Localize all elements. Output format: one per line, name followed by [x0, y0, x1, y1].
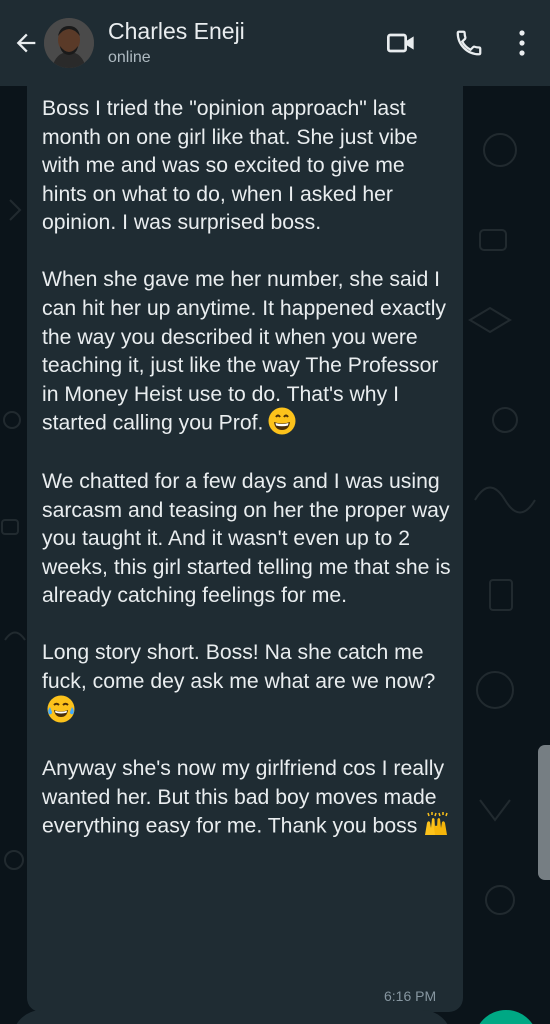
message-timestamp: 6:16 PM [384, 988, 437, 1004]
back-arrow-icon [16, 33, 36, 53]
contact-avatar[interactable] [44, 18, 94, 68]
back-button[interactable] [8, 23, 44, 63]
message-paragraph: Anyway she's now my girlfriend cos I rea… [42, 755, 452, 842]
contact-info[interactable]: Charles Eneji online [108, 17, 358, 69]
contact-status: online [108, 49, 151, 66]
paragraph-text: Long story short. Boss! Na she catch me … [42, 641, 436, 693]
tears-of-joy-emoji [47, 695, 75, 723]
message-input-bar[interactable] [12, 1010, 452, 1024]
paragraph-text: Boss I tried the "opinion approach" last… [42, 97, 418, 235]
avatar-image [44, 18, 94, 68]
scroll-handle[interactable] [538, 745, 550, 880]
message-paragraph: Boss I tried the "opinion approach" last… [42, 95, 452, 238]
contact-name: Charles Eneji [108, 18, 245, 44]
message-paragraph: Long story short. Boss! Na she catch me … [42, 639, 452, 726]
more-options-button[interactable] [502, 18, 542, 68]
message-paragraph: We chatted for a few days and I was usin… [42, 468, 452, 611]
raising-hands-emoji [425, 812, 449, 836]
paragraph-text: When she gave me her number, she said I … [42, 268, 446, 436]
voice-call-button[interactable] [444, 18, 494, 68]
more-options-icon [519, 30, 525, 56]
message-paragraph: When she gave me her number, she said I … [42, 266, 452, 439]
message-text: Boss I tried the "opinion approach" last… [42, 95, 452, 842]
video-call-icon [387, 33, 414, 53]
phone-call-icon [456, 30, 482, 56]
video-call-button[interactable] [376, 18, 426, 68]
chat-header: Charles Eneji online [0, 0, 550, 86]
paragraph-text: Anyway she's now my girlfriend cos I rea… [42, 757, 445, 838]
grinning-face-emoji [268, 407, 296, 435]
paragraph-text: We chatted for a few days and I was usin… [42, 469, 451, 608]
chat-screen: Charles Eneji online Boss I tried the "o… [0, 0, 550, 1024]
